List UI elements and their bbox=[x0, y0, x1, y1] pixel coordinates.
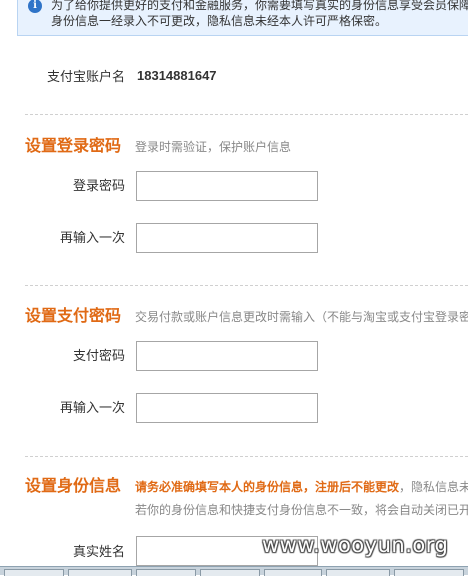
account-name-value: 18314881647 bbox=[137, 68, 217, 83]
account-name-label: 支付宝账户名 bbox=[46, 70, 125, 85]
login-password-label: 登录密码 bbox=[72, 179, 125, 194]
login-password-input[interactable] bbox=[136, 171, 318, 201]
pay-password-hint: 交易付款或账户信息更改时需输入（不能与淘宝或支付宝登录密 bbox=[135, 310, 468, 324]
identity-hint: 请务必准确填写本人的身份信息，注册后不能更改，隐私信息未 bbox=[135, 479, 468, 495]
login-password-section-title: 设置登录密码 bbox=[25, 136, 122, 155]
section-divider bbox=[25, 114, 468, 115]
watermark: www.wooyun.org bbox=[262, 533, 449, 557]
real-name-label: 真实姓名 bbox=[72, 545, 125, 560]
login-password-confirm-input[interactable] bbox=[136, 223, 318, 253]
identity-hint-rest: ，隐私信息未 bbox=[399, 480, 468, 494]
pay-password-section-title: 设置支付密码 bbox=[25, 306, 122, 325]
login-password-hint: 登录时需验证，保护账户信息 bbox=[135, 140, 292, 154]
section-divider bbox=[25, 285, 468, 286]
notice-text: 为了给你提供更好的支付和金融服务，你需要填写真实的身份信息享受会员保障 身份信息… bbox=[51, 0, 468, 29]
identity-hint-line-2: 若你的身份信息和快捷支付身份信息不一致，将会自动关闭已开 bbox=[135, 503, 468, 517]
pay-password-confirm-label: 再输入一次 bbox=[59, 401, 125, 416]
identity-hint-warning: 请务必准确填写本人的身份信息，注册后不能更改 bbox=[135, 480, 400, 494]
notice-line-2: 身份信息一经录入不可更改，隐私信息未经本人许可严格保密。 bbox=[51, 14, 388, 28]
login-password-confirm-label: 再输入一次 bbox=[59, 231, 125, 246]
taskbar bbox=[0, 566, 468, 576]
section-divider bbox=[25, 456, 468, 457]
info-icon: i bbox=[28, 0, 42, 13]
notice-line-1: 为了给你提供更好的支付和金融服务，你需要填写真实的身份信息享受会员保障 bbox=[51, 0, 468, 12]
pay-password-confirm-input[interactable] bbox=[136, 393, 318, 423]
pay-password-label: 支付密码 bbox=[72, 349, 125, 364]
info-notice: i 为了给你提供更好的支付和金融服务，你需要填写真实的身份信息享受会员保障 身份… bbox=[17, 0, 468, 36]
pay-password-input[interactable] bbox=[136, 341, 318, 371]
identity-section-title: 设置身份信息 bbox=[25, 476, 122, 495]
